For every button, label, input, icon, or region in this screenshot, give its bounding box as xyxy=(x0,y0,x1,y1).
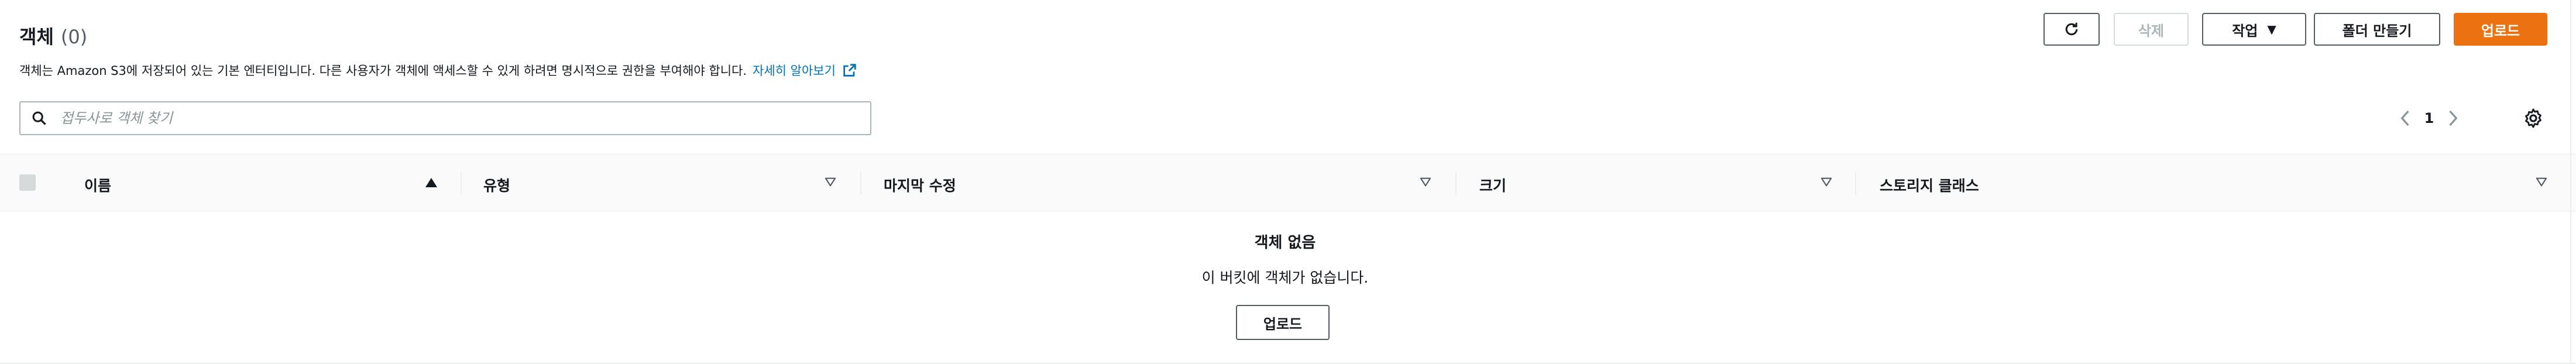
delete-button[interactable]: 삭제 xyxy=(2114,13,2189,46)
chevron-left-icon[interactable] xyxy=(2396,109,2414,128)
refresh-icon xyxy=(2063,20,2080,38)
panel-right-border xyxy=(2570,0,2571,364)
column-divider[interactable] xyxy=(1455,172,1457,194)
object-count: (0) xyxy=(60,26,88,48)
sort-down-outline-icon[interactable] xyxy=(2535,177,2548,187)
pagination: 1 xyxy=(2396,105,2462,131)
select-all-checkbox[interactable] xyxy=(19,174,36,191)
current-page[interactable]: 1 xyxy=(2414,110,2444,126)
page-title-row: 객체 (0) xyxy=(19,22,87,49)
empty-state-title: 객체 없음 xyxy=(1254,234,1316,252)
table-header: 이름 유형 마지막 수정 크기 스토리지 클래스 xyxy=(0,154,2576,211)
search-box xyxy=(19,101,871,135)
empty-state-description: 이 버킷에 객체가 없습니다. xyxy=(1201,269,1369,286)
sort-down-outline-icon[interactable] xyxy=(1820,177,1833,187)
page-description-row: 객체는 Amazon S3에 저장되어 있는 기본 엔터티입니다. 다른 사용자… xyxy=(19,61,858,79)
column-name[interactable]: 이름 xyxy=(84,174,111,195)
s3-objects-panel: 객체 (0) 객체는 Amazon S3에 저장되어 있는 기본 엔터티입니다.… xyxy=(0,0,2576,364)
gear-icon[interactable] xyxy=(2522,107,2544,129)
learn-more-link[interactable]: 자세히 알아보기 xyxy=(753,61,836,79)
actions-label: 작업 xyxy=(2232,22,2258,39)
refresh-button[interactable] xyxy=(2043,13,2100,46)
search-icon xyxy=(31,110,47,126)
column-type[interactable]: 유형 xyxy=(483,174,510,195)
column-storage-class[interactable]: 스토리지 클래스 xyxy=(1880,174,1979,195)
column-size[interactable]: 크기 xyxy=(1479,174,1506,195)
sort-down-outline-icon[interactable] xyxy=(824,177,837,187)
search-input[interactable] xyxy=(59,109,822,127)
page-description: 객체는 Amazon S3에 저장되어 있는 기본 엔터티입니다. 다른 사용자… xyxy=(19,64,747,78)
create-folder-button[interactable]: 폴더 만들기 xyxy=(2314,13,2440,46)
column-last-modified[interactable]: 마지막 수정 xyxy=(884,174,956,195)
external-link-icon[interactable] xyxy=(842,62,858,78)
empty-state-upload-button[interactable]: 업로드 xyxy=(1236,305,1330,340)
column-divider[interactable] xyxy=(860,172,861,194)
caret-down-icon: ▼ xyxy=(2267,22,2276,36)
sort-ascending-icon[interactable] xyxy=(424,177,438,188)
chevron-right-icon[interactable] xyxy=(2444,109,2462,128)
page-title: 객체 xyxy=(19,26,54,48)
sort-down-outline-icon[interactable] xyxy=(1419,177,1432,187)
actions-dropdown[interactable]: 작업 ▼ xyxy=(2202,13,2306,46)
column-divider[interactable] xyxy=(461,172,462,194)
upload-button[interactable]: 업로드 xyxy=(2454,13,2547,46)
column-divider[interactable] xyxy=(1855,172,1856,194)
